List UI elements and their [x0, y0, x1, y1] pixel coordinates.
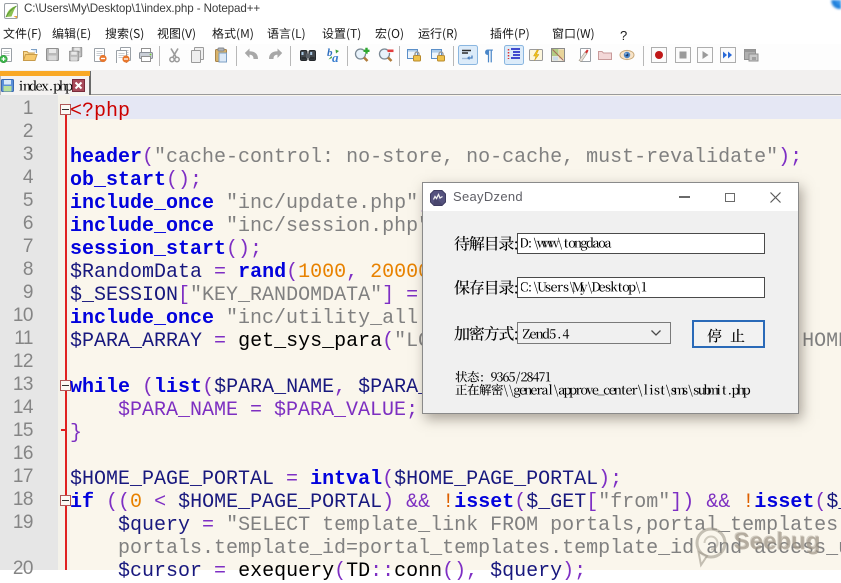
- svg-text:¶: ¶: [485, 48, 494, 64]
- svg-text:Seebug: Seebug: [733, 528, 820, 555]
- svg-text:a: a: [332, 50, 339, 63]
